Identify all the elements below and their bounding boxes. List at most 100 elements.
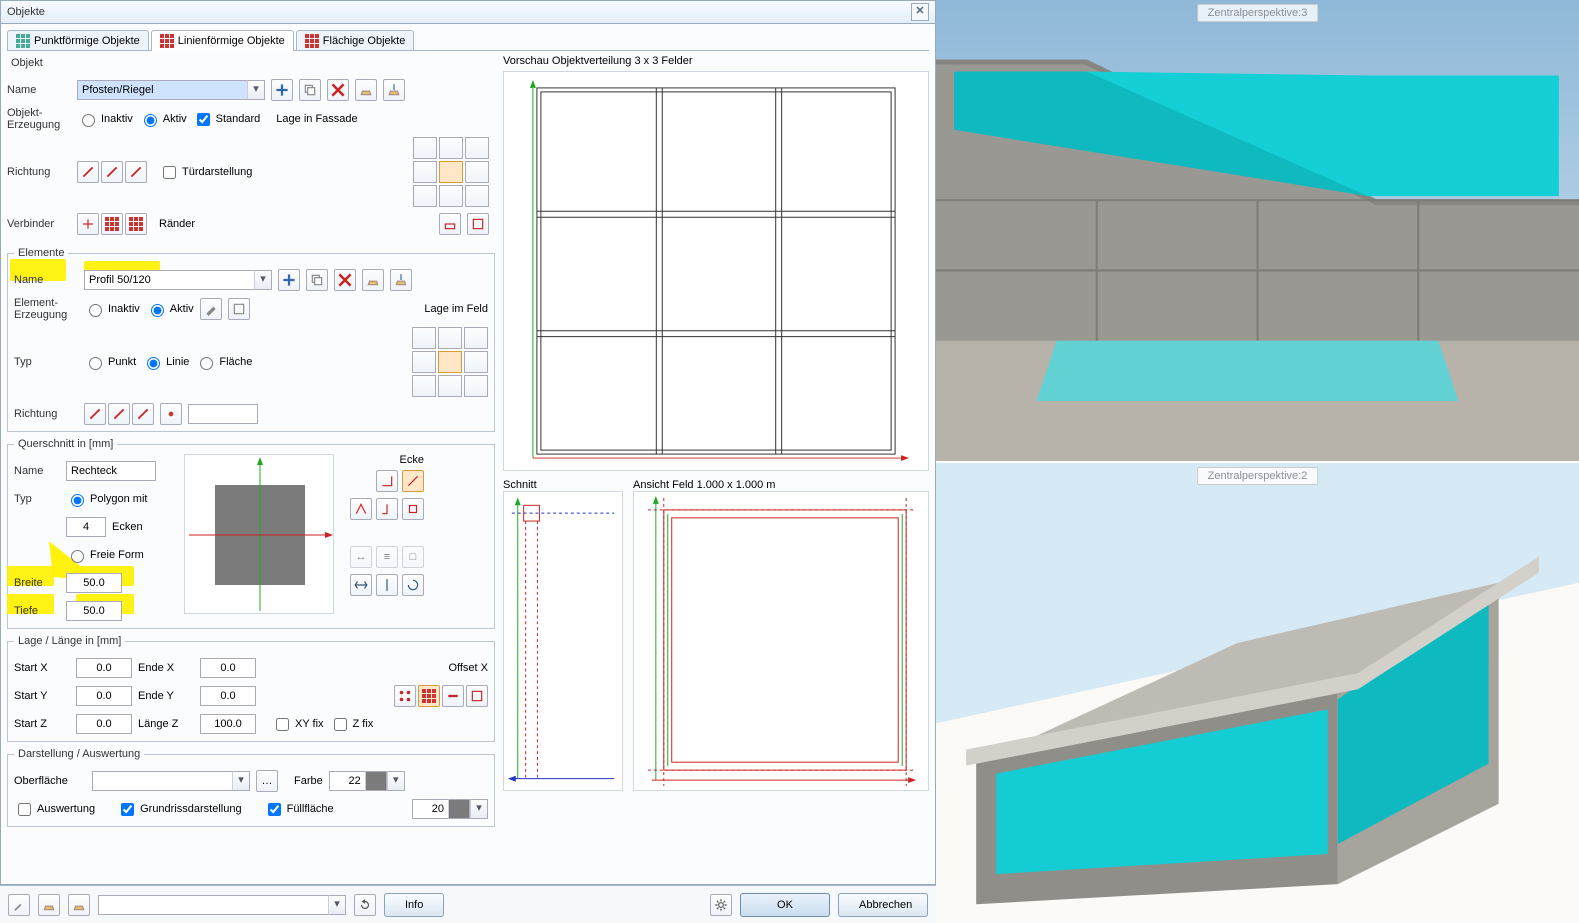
fuell-input[interactable] — [412, 799, 448, 819]
save-icon[interactable] — [68, 894, 90, 916]
check-xyfix[interactable]: XY fix — [272, 715, 324, 734]
gear-icon[interactable] — [710, 894, 732, 916]
export-button[interactable] — [383, 79, 405, 101]
verbinder-2[interactable] — [101, 213, 123, 235]
ecke-tool-3[interactable] — [350, 498, 372, 520]
chevron-down-icon[interactable]: ▾ — [232, 771, 250, 791]
chevron-down-icon[interactable]: ▾ — [387, 771, 405, 791]
lage-fassade-grid[interactable] — [413, 137, 489, 207]
offset-1[interactable] — [394, 685, 416, 707]
viewport-bottom[interactable]: Zentralperspektive:2 — [936, 463, 1579, 923]
typ-linie[interactable]: Linie — [142, 354, 189, 370]
startz-input[interactable] — [76, 714, 132, 734]
check-fuellflaeche[interactable]: Füllfläche — [264, 800, 334, 819]
rotate-icon[interactable] — [402, 574, 424, 596]
ecke-tool-2[interactable] — [402, 470, 424, 492]
laengez-input[interactable] — [200, 714, 256, 734]
el-dir-1[interactable] — [84, 403, 106, 425]
farbe-input[interactable] — [329, 771, 365, 791]
direction-1[interactable] — [77, 161, 99, 183]
el-add-button[interactable] — [278, 269, 300, 291]
offset-2[interactable] — [418, 685, 440, 707]
browse-button[interactable]: … — [256, 770, 278, 792]
copy-button[interactable] — [299, 79, 321, 101]
color-swatch[interactable] — [448, 799, 470, 819]
ok-button[interactable]: OK — [740, 893, 830, 917]
el-export-button[interactable] — [390, 269, 412, 291]
endex-input[interactable] — [200, 658, 256, 678]
check-zfix[interactable]: Z fix — [330, 715, 374, 734]
breite-input[interactable] — [66, 573, 122, 593]
edit-tool-1[interactable]: ↔ — [350, 546, 372, 568]
info-button[interactable]: Info — [384, 893, 444, 917]
ecke-tool-5[interactable] — [402, 498, 424, 520]
el-import-button[interactable] — [362, 269, 384, 291]
bottom-combo[interactable] — [98, 895, 328, 915]
typ-flaeche[interactable]: Fläche — [195, 354, 252, 370]
startx-input[interactable] — [76, 658, 132, 678]
chevron-down-icon[interactable]: ▾ — [254, 270, 272, 290]
el-dir-3[interactable] — [132, 403, 154, 425]
check-standard[interactable]: Standard — [193, 110, 261, 129]
ecke-tool-1[interactable] — [376, 470, 398, 492]
element-name-input[interactable] — [84, 270, 254, 290]
tab-line-objects[interactable]: Linienförmige Objekte — [151, 30, 294, 51]
richtung-value[interactable] — [188, 404, 258, 424]
lage-feld-grid[interactable] — [412, 327, 488, 397]
check-grundriss[interactable]: Grundrissdarstellung — [117, 800, 242, 819]
color-swatch[interactable] — [365, 771, 387, 791]
verbinder-3[interactable] — [125, 213, 147, 235]
starty-input[interactable] — [76, 686, 132, 706]
edit-tool-2[interactable]: ≡ — [376, 546, 398, 568]
el-radio-aktiv[interactable]: Aktiv — [146, 301, 194, 317]
rand-1[interactable] — [439, 213, 461, 235]
offset-3[interactable] — [442, 685, 464, 707]
viewport-top[interactable]: Zentralperspektive:3 — [936, 0, 1579, 463]
chevron-down-icon[interactable]: ▾ — [247, 80, 265, 100]
endey-input[interactable] — [200, 686, 256, 706]
direction-2[interactable] — [101, 161, 123, 183]
check-tuerdarstellung[interactable]: Türdarstellung — [159, 163, 252, 182]
delete-button[interactable] — [327, 79, 349, 101]
edit-tool-3[interactable]: □ — [402, 546, 424, 568]
mirror-v-icon[interactable] — [376, 574, 398, 596]
load-icon[interactable] — [38, 894, 60, 916]
oberflaeche-label: Oberfläche — [14, 775, 86, 787]
rand-2[interactable] — [467, 213, 489, 235]
chevron-down-icon[interactable]: ▾ — [328, 895, 346, 915]
close-icon[interactable]: ✕ — [911, 3, 929, 21]
qs-typ-label: Typ — [14, 493, 60, 505]
name-label: Name — [7, 84, 71, 96]
tool-icon[interactable] — [228, 298, 250, 320]
chevron-down-icon[interactable]: ▾ — [470, 799, 488, 819]
tab-point-objects[interactable]: Punktförmige Objekte — [7, 30, 149, 51]
objekt-name-input[interactable] — [77, 80, 247, 100]
radio-inaktiv[interactable]: Inaktiv — [77, 111, 133, 127]
tab-area-objects[interactable]: Flächige Objekte — [296, 30, 415, 51]
check-auswertung[interactable]: Auswertung — [14, 800, 95, 819]
verbinder-1[interactable] — [77, 213, 99, 235]
direction-3[interactable] — [125, 161, 147, 183]
refresh-icon[interactable] — [354, 894, 376, 916]
typ-punkt[interactable]: Punkt — [84, 354, 136, 370]
offset-4[interactable] — [466, 685, 488, 707]
import-button[interactable] — [355, 79, 377, 101]
radio-freieform[interactable]: Freie Form — [66, 547, 144, 563]
radio-polygon[interactable]: Polygon mit — [66, 491, 147, 507]
el-dir-2[interactable] — [108, 403, 130, 425]
eyedropper-icon[interactable] — [8, 894, 30, 916]
radio-aktiv[interactable]: Aktiv — [139, 111, 187, 127]
el-dir-extra[interactable] — [160, 403, 182, 425]
mirror-h-icon[interactable] — [350, 574, 372, 596]
ecke-tool-4[interactable] — [376, 498, 398, 520]
el-radio-inaktiv[interactable]: Inaktiv — [84, 301, 140, 317]
oberflaeche-input[interactable] — [92, 771, 232, 791]
el-delete-button[interactable] — [334, 269, 356, 291]
el-copy-button[interactable] — [306, 269, 328, 291]
ecken-input[interactable] — [66, 517, 106, 537]
add-button[interactable] — [271, 79, 293, 101]
tiefe-input[interactable] — [66, 601, 122, 621]
cancel-button[interactable]: Abbrechen — [838, 893, 928, 917]
qs-name-input[interactable] — [66, 461, 156, 481]
tool-icon[interactable] — [200, 298, 222, 320]
